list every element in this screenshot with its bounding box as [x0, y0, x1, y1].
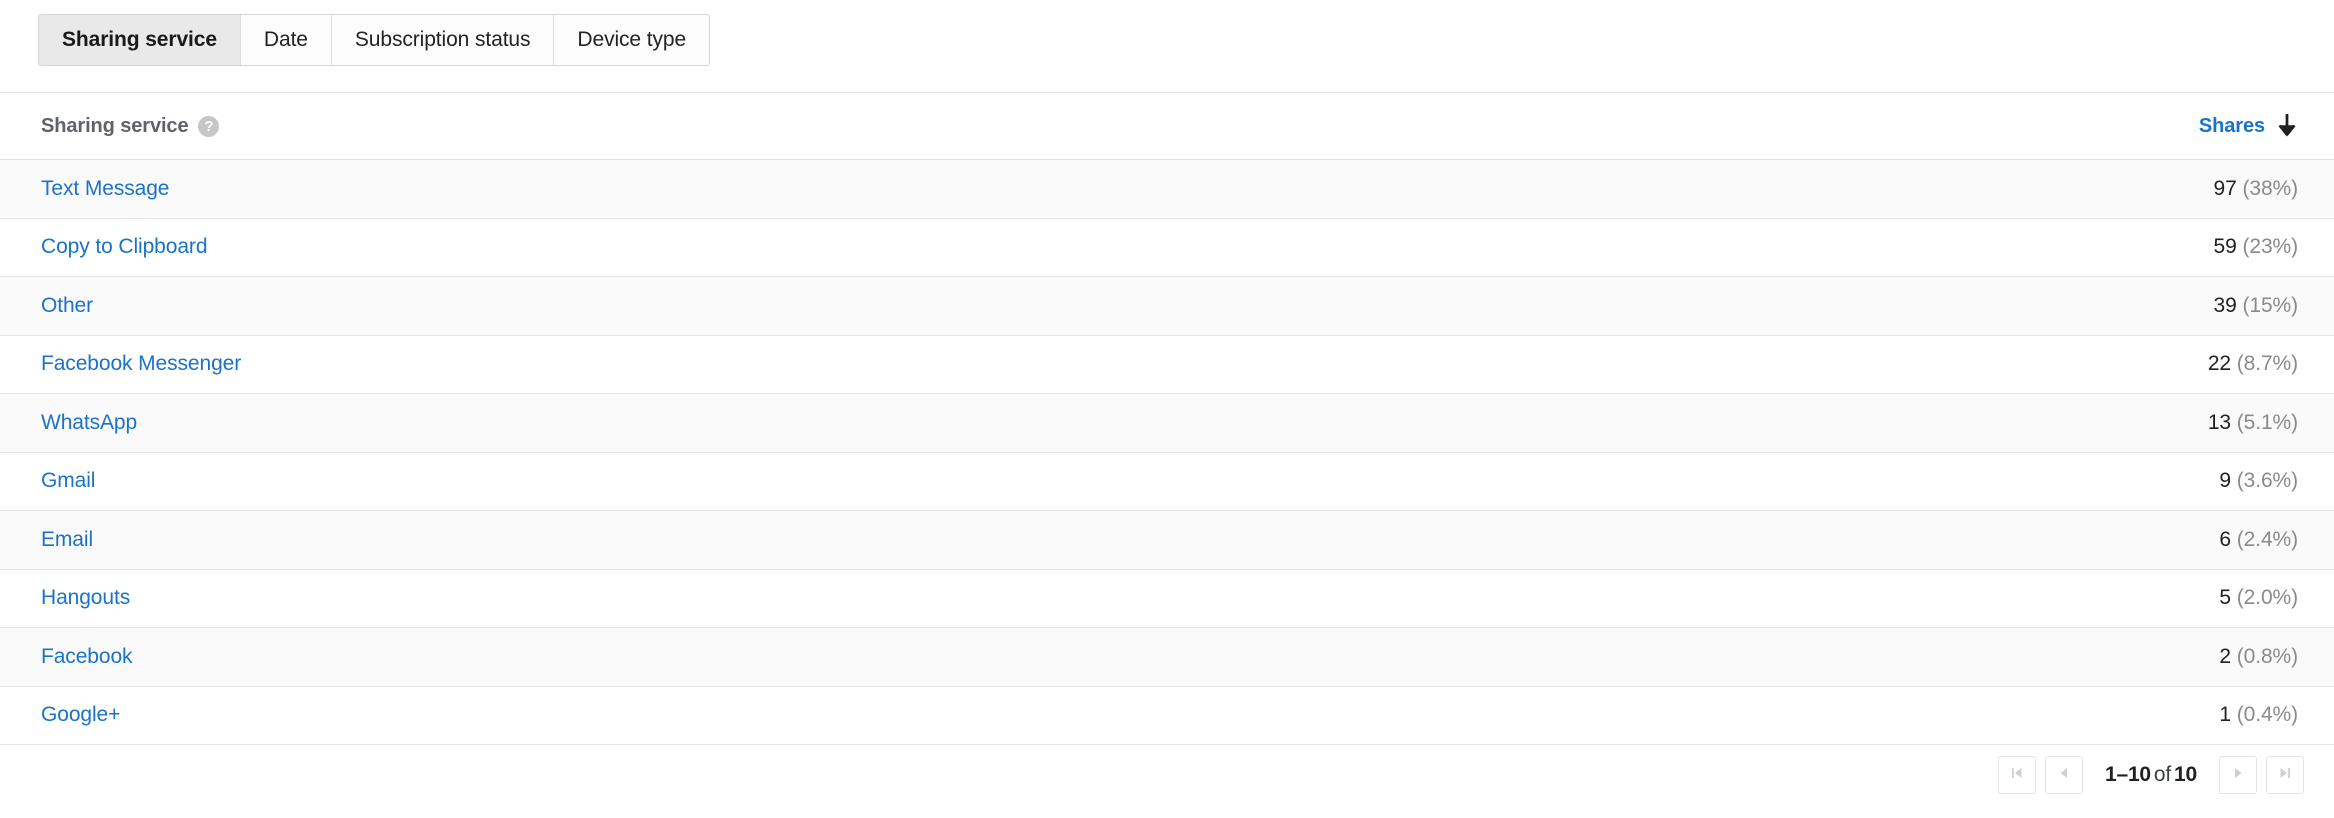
row-label[interactable]: Copy to Clipboard	[41, 235, 208, 259]
row-label[interactable]: Gmail	[41, 469, 95, 493]
row-count: 39	[2213, 293, 2237, 317]
previous-page-button[interactable]	[2044, 756, 2083, 794]
tab-label: Date	[263, 28, 308, 51]
table-row[interactable]: Text Message 97 (38%)	[0, 160, 2334, 219]
last-page-icon	[2276, 764, 2294, 787]
row-percent: (5.1%)	[2236, 410, 2298, 434]
next-page-icon	[2229, 764, 2247, 787]
tab-sharing-service[interactable]: Sharing service	[39, 15, 241, 65]
row-count: 97	[2213, 176, 2237, 200]
row-label[interactable]: Other	[41, 294, 93, 318]
row-percent: (2.0%)	[2236, 586, 2298, 610]
table-row[interactable]: Email 6 (2.4%)	[0, 511, 2334, 570]
row-count: 59	[2213, 235, 2237, 259]
table-header-row: Sharing service ? Shares	[0, 93, 2334, 160]
row-value: 5 (2.0%)	[2219, 586, 2298, 610]
arrow-down-icon	[2276, 113, 2298, 139]
pagination-total: 10	[2174, 763, 2197, 786]
pagination-controls: 1–10 of 10	[1997, 752, 2304, 798]
row-value: 9 (3.6%)	[2219, 469, 2298, 493]
row-value: 22 (8.7%)	[2208, 352, 2298, 376]
tab-label: Device type	[577, 28, 687, 51]
shares-table: Sharing service ? Shares Text Message 97…	[0, 93, 2334, 745]
row-count: 2	[2219, 644, 2231, 668]
row-percent: (8.7%)	[2236, 352, 2298, 376]
row-count: 6	[2219, 527, 2231, 551]
row-value: 13 (5.1%)	[2208, 411, 2298, 435]
help-icon[interactable]: ?	[198, 115, 220, 137]
tab-subscription-status[interactable]: Subscription status	[331, 15, 555, 65]
row-count: 13	[2207, 410, 2231, 434]
table-row[interactable]: WhatsApp 13 (5.1%)	[0, 394, 2334, 453]
metric-column-label: Shares	[2198, 114, 2265, 137]
tab-label: Subscription status	[354, 28, 531, 51]
pagination-range: 1–10 of 10	[2105, 763, 2197, 787]
row-percent: (38%)	[2242, 176, 2298, 200]
next-page-button[interactable]	[2219, 756, 2257, 794]
row-label[interactable]: Text Message	[41, 177, 169, 201]
row-value: 1 (0.4%)	[2219, 703, 2298, 727]
row-value: 39 (15%)	[2213, 293, 2299, 318]
row-percent: (0.4%)	[2236, 703, 2298, 727]
row-label[interactable]: Google+	[41, 703, 120, 727]
row-percent: (15%)	[2242, 293, 2298, 317]
row-label[interactable]: Hangouts	[41, 586, 130, 610]
row-percent: (23%)	[2242, 235, 2298, 259]
table-row[interactable]: Facebook 2 (0.8%)	[0, 628, 2334, 687]
row-value: 6 (2.4%)	[2219, 528, 2298, 552]
row-value: 2 (0.8%)	[2219, 645, 2298, 669]
tab-date[interactable]: Date	[240, 15, 332, 65]
row-label[interactable]: Facebook	[41, 645, 133, 669]
row-count: 5	[2219, 586, 2231, 610]
table-row[interactable]: Google+ 1 (0.4%)	[0, 686, 2334, 745]
first-page-button[interactable]	[1997, 756, 2036, 794]
table-row[interactable]: Facebook Messenger 22 (8.7%)	[0, 335, 2334, 394]
row-value: 97 (38%)	[2213, 176, 2299, 201]
row-count: 9	[2219, 469, 2231, 493]
row-label[interactable]: WhatsApp	[41, 411, 137, 435]
row-percent: (2.4%)	[2236, 527, 2298, 551]
table-row[interactable]: Copy to Clipboard 59 (23%)	[0, 218, 2334, 277]
row-value: 59 (23%)	[2213, 235, 2299, 259]
row-count: 22	[2207, 352, 2231, 376]
previous-page-icon	[2055, 764, 2073, 787]
table-row[interactable]: Hangouts 5 (2.0%)	[0, 569, 2334, 628]
pagination-of-label: of	[2153, 763, 2172, 786]
row-percent: (0.8%)	[2236, 644, 2298, 668]
tab-label: Sharing service	[62, 28, 217, 51]
tab-device-type[interactable]: Device type	[554, 15, 710, 65]
table-row[interactable]: Gmail 9 (3.6%)	[0, 452, 2334, 511]
first-page-icon	[2008, 764, 2026, 787]
row-label[interactable]: Facebook Messenger	[41, 352, 241, 376]
dimension-column-label: Sharing service	[41, 114, 189, 137]
dimension-column-header: Sharing service ?	[41, 114, 220, 138]
table-row[interactable]: Other 39 (15%)	[0, 277, 2334, 336]
dimension-tab-bar: Sharing service Date Subscription status…	[38, 14, 711, 66]
row-label[interactable]: Email	[41, 528, 93, 552]
row-count: 1	[2219, 703, 2231, 727]
last-page-button[interactable]	[2266, 756, 2304, 794]
row-percent: (3.6%)	[2236, 469, 2298, 493]
metric-column-header[interactable]: Shares	[2199, 113, 2298, 139]
pagination-range-value: 1–10	[2104, 763, 2151, 786]
shares-report-page: Sharing service Date Subscription status…	[0, 0, 2334, 818]
